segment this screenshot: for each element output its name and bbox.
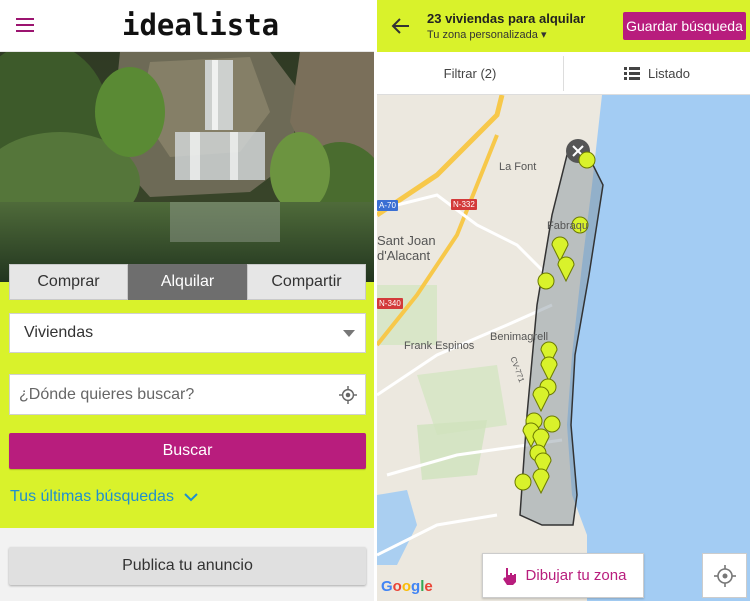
- tab-comprar[interactable]: Comprar: [9, 264, 128, 300]
- map-label-dalacant: d'Alacant: [377, 248, 431, 263]
- results-title: 23 viviendas para alquilar: [427, 11, 586, 26]
- tab-alquilar[interactable]: Alquilar: [128, 264, 247, 300]
- map-view[interactable]: La Font Fabraqu Sant Joan d'Alacant Beni…: [377, 95, 750, 601]
- chevron-down-icon: [184, 493, 198, 502]
- list-icon: [624, 67, 641, 80]
- road-sign-n340: N-340: [377, 298, 403, 309]
- hamburger-icon[interactable]: [16, 18, 34, 32]
- google-attribution: Google: [381, 578, 433, 595]
- recent-searches-link[interactable]: Tus últimas búsquedas: [10, 488, 198, 506]
- map-label-sant-joan: Sant Joan: [377, 233, 436, 248]
- draw-zone-label: Dibujar tu zona: [525, 567, 627, 584]
- search-button[interactable]: Buscar: [9, 433, 366, 469]
- draw-zone-button[interactable]: Dibujar tu zona: [482, 553, 644, 598]
- zone-selector[interactable]: Tu zona personalizada ▾: [427, 28, 546, 41]
- list-view-label: Listado: [648, 66, 690, 81]
- map-header: 23 viviendas para alquilar Tu zona perso…: [377, 0, 750, 52]
- filter-bar: Filtrar (2) Listado: [377, 52, 750, 95]
- list-view-button[interactable]: Listado: [564, 52, 750, 95]
- property-type-select[interactable]: Viviendas: [9, 313, 366, 353]
- hero-waterfall-image: [0, 52, 374, 282]
- location-search-input[interactable]: [10, 375, 330, 414]
- home-screen: idealista Comprar Alquilar Compartir Viv…: [0, 0, 374, 601]
- road-sign-a70: A-70: [377, 200, 398, 211]
- idealista-logo: idealista: [122, 8, 280, 42]
- map-screen: 23 viviendas para alquilar Tu zona perso…: [377, 0, 750, 601]
- map-label-la-font: La Font: [499, 161, 537, 173]
- map-label-frank-espinos: Frank Espinos: [404, 340, 475, 352]
- arrow-left-icon[interactable]: [391, 16, 411, 36]
- hand-pointer-icon: [502, 567, 516, 585]
- operation-tabs: Comprar Alquilar Compartir: [9, 264, 366, 300]
- map-label-fabraquer: Fabraqu: [547, 220, 588, 232]
- property-type-value: Viviendas: [24, 324, 94, 341]
- save-search-button[interactable]: Guardar búsqueda: [623, 12, 746, 40]
- crosshair-icon: [713, 564, 736, 587]
- top-app-bar: idealista: [0, 0, 374, 52]
- filter-button[interactable]: Filtrar (2): [377, 52, 563, 95]
- road-sign-n332: N-332: [451, 199, 477, 210]
- dropdown-caret-icon: [343, 330, 355, 337]
- publish-ad-button[interactable]: Publica tu anuncio: [9, 547, 366, 585]
- my-location-button[interactable]: [702, 553, 747, 598]
- recent-searches-label: Tus últimas búsquedas: [10, 488, 174, 505]
- map-label-benimagrell: Benimagrell: [490, 331, 549, 343]
- tab-compartir[interactable]: Compartir: [247, 264, 366, 300]
- crosshair-icon[interactable]: [339, 386, 357, 404]
- location-search-field: [9, 374, 366, 415]
